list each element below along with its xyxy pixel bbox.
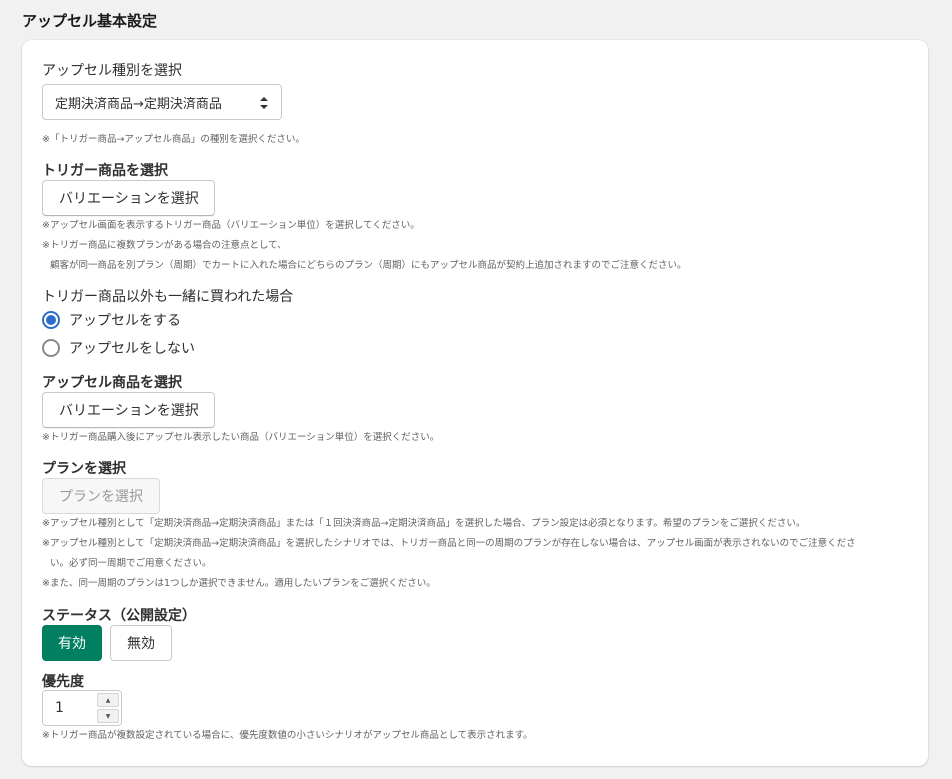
- priority-input[interactable]: [43, 691, 95, 725]
- plan-note-1: ※アップセル種別として「定期決済商品→定期決済商品」または「１回決済商品→定期決…: [42, 518, 806, 529]
- radio-upsell-yes[interactable]: アップセルをする: [42, 310, 181, 330]
- upsell-type-selected-value: 定期決済商品→定期決済商品: [55, 96, 222, 112]
- upsell-type-label: アップセル種別を選択: [42, 63, 182, 79]
- upsell-product-label: アップセル商品を選択: [42, 375, 182, 391]
- plan-label: プランを選択: [42, 461, 126, 477]
- trigger-note-2: ※トリガー商品に複数プランがある場合の注意点として、: [42, 240, 287, 251]
- plan-note-3: い。必ず同一周期でご用意ください。: [50, 558, 212, 569]
- status-label: ステータス（公開設定）: [42, 608, 196, 624]
- upsell-type-select[interactable]: 定期決済商品→定期決済商品: [42, 84, 282, 120]
- trigger-product-label: トリガー商品を選択: [42, 163, 168, 179]
- select-arrows-icon: [260, 97, 268, 109]
- priority-stepper: ▲ ▼: [97, 693, 119, 723]
- priority-label: 優先度: [42, 674, 84, 690]
- upsell-variation-button[interactable]: バリエーションを選択: [42, 392, 215, 428]
- settings-card: アップセル種別を選択 定期決済商品→定期決済商品 ※「トリガー商品→アップセル商…: [22, 40, 928, 766]
- radio-upsell-no-label: アップセルをしない: [69, 341, 195, 357]
- other-items-label: トリガー商品以外も一緒に買われた場合: [42, 289, 294, 305]
- upsell-product-note: ※トリガー商品購入後にアップセル表示したい商品（バリエーション単位）を選択くださ…: [42, 432, 440, 443]
- radio-upsell-no[interactable]: アップセルをしない: [42, 338, 195, 358]
- trigger-variation-button[interactable]: バリエーションを選択: [42, 180, 215, 216]
- status-inactive-button[interactable]: 無効: [110, 625, 172, 661]
- page-title: アップセル基本設定: [22, 12, 158, 30]
- priority-note: ※トリガー商品が複数設定されている場合に、優先度数値の小さいシナリオがアップセル…: [42, 730, 533, 741]
- status-active-button[interactable]: 有効: [42, 625, 102, 661]
- stepper-up-icon[interactable]: ▲: [97, 693, 119, 707]
- priority-number-field: ▲ ▼: [42, 690, 122, 726]
- upsell-type-note: ※「トリガー商品→アップセル商品」の種別を選択ください。: [42, 134, 305, 145]
- plan-note-2: ※アップセル種別として「定期決済商品→定期決済商品」を選択したシナリオでは、トリ…: [42, 538, 856, 549]
- radio-checked-icon[interactable]: [42, 311, 60, 329]
- plan-select-button: プランを選択: [42, 478, 160, 514]
- radio-upsell-yes-label: アップセルをする: [69, 313, 181, 329]
- trigger-note-1: ※アップセル画面を表示するトリガー商品（バリエーション単位）を選択してください。: [42, 220, 420, 231]
- plan-note-4: ※また、同一周期のプランは1つしか選択できません。適用したいプランをご選択くださ…: [42, 578, 436, 589]
- trigger-note-3: 顧客が同一商品を別プラン（周期）でカートに入れた場合にどちらのプラン（周期）にも…: [50, 260, 687, 271]
- stepper-down-icon[interactable]: ▼: [97, 709, 119, 723]
- radio-unchecked-icon[interactable]: [42, 339, 60, 357]
